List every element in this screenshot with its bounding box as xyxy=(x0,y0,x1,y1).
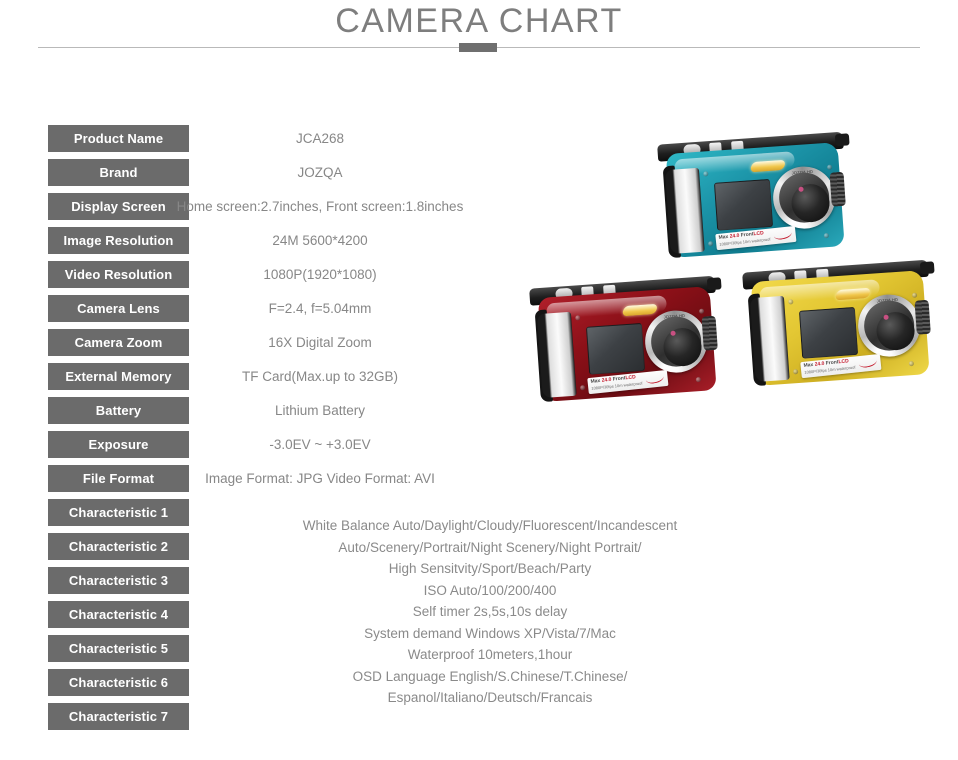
spec-label-chip: Characteristic 4 xyxy=(48,601,189,628)
spec-label-chip: Characteristic 1 xyxy=(48,499,189,526)
characteristics-line: Self timer 2s,5s,10s delay xyxy=(412,604,568,619)
characteristics-line: ISO Auto/100/200/400 xyxy=(423,582,557,598)
body-screw xyxy=(707,241,714,247)
flash-window-icon xyxy=(749,159,786,173)
camera-lens: JOZQA HD xyxy=(856,292,923,359)
body-screw xyxy=(703,171,709,177)
camera-body: JOZQA HD Max 24.0 FrontLCD 1080P/30fps 1… xyxy=(662,142,846,259)
spec-label-chip: Characteristic 3 xyxy=(48,567,189,594)
flash-window-icon xyxy=(621,303,658,317)
characteristics-text-block: White Balance Auto/Daylight/Cloudy/Fluor… xyxy=(190,515,790,709)
camera-strap-lug xyxy=(919,261,935,275)
wave-icon xyxy=(772,227,793,241)
spec-value-text: 1080P(1920*1080) xyxy=(263,267,377,282)
spec-label-chip: Characteristic 6 xyxy=(48,669,189,696)
spec-value-text: 16X Digital Zoom xyxy=(268,335,372,350)
camera-body: JOZQA HD Max 24.0 FrontLCD 1080P/30fps 1… xyxy=(747,270,931,387)
spec-label-chip: Characteristic 7 xyxy=(48,703,189,730)
front-lcd-screen xyxy=(585,322,646,375)
spec-label-chip: External Memory xyxy=(48,363,189,390)
spec-label-chip: Image Resolution xyxy=(48,227,189,254)
spec-value-text: JCA268 xyxy=(295,131,345,146)
body-screw xyxy=(823,232,830,239)
camera-side-panel xyxy=(664,167,705,255)
lens-inner-ring xyxy=(777,170,831,225)
spec-value-text: TF Card(Max.up to 32GB) xyxy=(241,369,399,384)
page-title: CAMERA CHART xyxy=(335,2,623,40)
spec-label-chip: Battery xyxy=(48,397,189,424)
front-lcd-screen xyxy=(713,178,774,231)
body-screw xyxy=(826,164,833,170)
body-screw xyxy=(695,376,702,383)
body-screw xyxy=(575,315,581,321)
wave-icon xyxy=(644,371,665,385)
camera-lens: JOZQA HD xyxy=(771,164,838,231)
wave-icon xyxy=(857,355,878,369)
lens-inner-ring xyxy=(649,314,703,369)
spec-label-chip: Characteristic 5 xyxy=(48,635,189,662)
camera-photo-teal: JOZQA HD Max 24.0 FrontLCD 1080P/30fps 1… xyxy=(651,131,859,263)
body-screw xyxy=(788,299,794,305)
spec-value-text: Lithium Battery xyxy=(274,403,366,418)
characteristics-line: System demand Windows XP/Vista/7/Mac xyxy=(364,625,616,641)
camera-grip-ridges xyxy=(701,315,718,351)
spec-label-chip: Camera Zoom xyxy=(48,329,189,356)
spec-label-chip: Camera Lens xyxy=(48,295,189,322)
flash-window-icon xyxy=(834,287,871,301)
camera-side-panel xyxy=(749,295,790,383)
lens-inner-ring xyxy=(862,298,916,353)
product-photo-area: JOZQA HD Max 24.0 FrontLCD 1080P/30fps 1… xyxy=(520,130,958,460)
header-divider-center-block xyxy=(459,43,497,52)
camera-side-panel xyxy=(536,311,577,399)
spec-label-chip: Brand xyxy=(48,159,189,186)
camera-grip-ridges xyxy=(829,171,846,207)
lens-glass xyxy=(875,310,916,352)
lens-glass xyxy=(662,326,703,368)
spec-label-chip: Video Resolution xyxy=(48,261,189,288)
front-lcd-screen xyxy=(798,306,859,359)
body-screw xyxy=(792,369,799,375)
spec-label-chip: Product Name xyxy=(48,125,189,152)
spec-value-text: JOZQA xyxy=(297,165,343,180)
page-header: CAMERA CHART xyxy=(0,0,958,60)
spec-label-chip: Exposure xyxy=(48,431,189,458)
spec-value-text: Image Format: JPG Video Format: AVI xyxy=(205,471,435,486)
spec-value-text: 24M 5600*4200 xyxy=(272,233,368,248)
characteristics-line: White Balance Auto/Daylight/Cloudy/Fluor… xyxy=(302,518,678,533)
characteristics-line: Waterproof 10meters,1hour xyxy=(407,647,573,662)
camera-strap-lug xyxy=(834,133,850,147)
camera-grip-ridges xyxy=(914,299,931,335)
spec-value-text: -3.0EV ~ +3.0EV xyxy=(269,437,371,452)
spec-value-text: Home screen:2.7inches, Front screen:1.8i… xyxy=(176,199,464,214)
camera-strap-lug xyxy=(706,277,722,291)
camera-photo-yellow: JOZQA HD Max 24.0 FrontLCD 1080P/30fps 1… xyxy=(736,259,944,391)
table-row: File Format Image Format: JPG Video Forma… xyxy=(0,465,620,499)
spec-label-chip: Characteristic 2 xyxy=(48,533,189,560)
characteristics-line: High Sensitvity/Sport/Beach/Party xyxy=(388,561,592,576)
lens-glass xyxy=(790,182,831,224)
camera-photo-red: JOZQA HD Max 24.0 FrontLCD 1080P/30fps 1… xyxy=(523,275,731,407)
spec-value-text: F=2.4, f=5.04mm xyxy=(268,301,372,316)
camera-body: JOZQA HD Max 24.0 FrontLCD 1080P/30fps 1… xyxy=(534,286,718,403)
body-screw xyxy=(908,360,915,367)
camera-lens: JOZQA HD xyxy=(643,308,710,375)
characteristics-line: Espanol/Italiano/Deutsch/Francais xyxy=(387,690,593,705)
body-screw xyxy=(911,292,918,298)
characteristics-line: Auto/Scenery/Portrait/Night Scenery/Nigh… xyxy=(338,539,642,555)
body-screw xyxy=(579,385,586,391)
characteristics-line: OSD Language English/S.Chinese/T.Chinese… xyxy=(352,668,628,684)
body-screw xyxy=(698,308,705,314)
